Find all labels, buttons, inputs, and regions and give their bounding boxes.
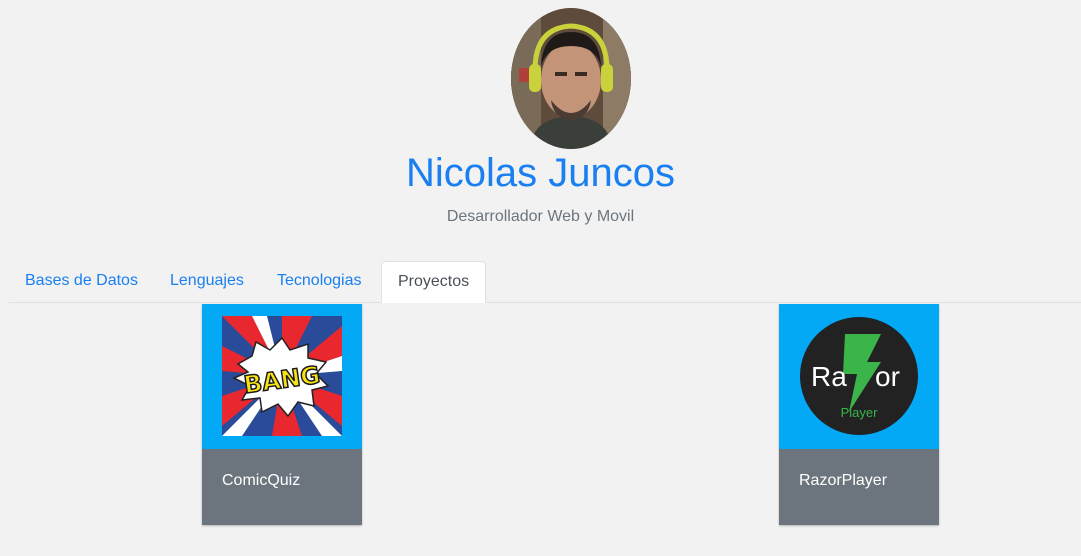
tab-proyectos[interactable]: Proyectos — [381, 261, 487, 303]
avatar — [511, 8, 631, 149]
comic-bang-icon: BANG — [222, 316, 342, 436]
profile-role: Desarrollador Web y Movil — [446, 208, 635, 225]
project-card-razorplayer[interactable]: Ra or Player RazorPlayer — [779, 304, 939, 525]
tab-bar: Bases de Datos Lenguajes Tecnologias Pro… — [9, 261, 1081, 303]
project-card-image-area: BANG — [202, 304, 362, 449]
svg-text:Ra: Ra — [811, 361, 847, 392]
svg-text:Player: Player — [841, 405, 879, 420]
avatar-photo — [511, 8, 631, 149]
tab-lenguajes[interactable]: Lenguajes — [154, 261, 260, 301]
profile-name: Nicolas Juncos — [405, 151, 675, 195]
profile-page: Nicolas Juncos Desarrollador Web y Movil… — [0, 0, 1081, 556]
tab-tecnologias[interactable]: Tecnologias — [261, 261, 378, 301]
razor-bolt-icon: Ra or Player — [799, 316, 919, 436]
project-title: ComicQuiz — [222, 472, 301, 489]
project-card-image-area: Ra or Player — [779, 304, 939, 449]
project-card-comicquiz[interactable]: BANG ComicQuiz — [202, 304, 362, 525]
tab-bases-de-datos[interactable]: Bases de Datos — [9, 261, 154, 301]
svg-text:or: or — [875, 361, 900, 392]
project-title: RazorPlayer — [799, 472, 888, 489]
